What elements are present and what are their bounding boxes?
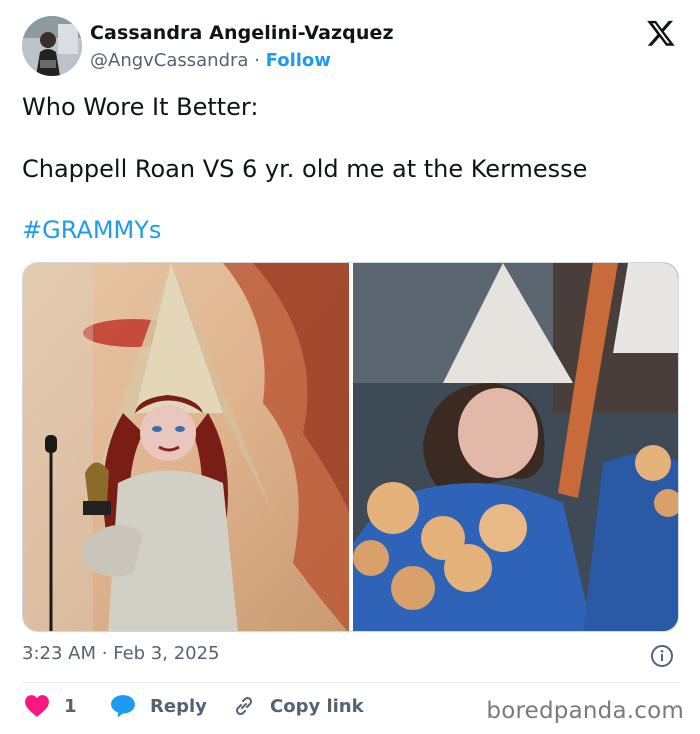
author-avatar[interactable] bbox=[22, 16, 82, 76]
tweet-timestamp[interactable]: 3:23 AM · Feb 3, 2025 bbox=[22, 643, 220, 664]
reply-bubble-icon bbox=[111, 695, 135, 718]
tweet-time[interactable]: 3:23 AM bbox=[22, 643, 96, 664]
reply-label: Reply bbox=[150, 695, 207, 717]
follow-button[interactable]: Follow bbox=[266, 50, 331, 71]
handle-separator: · bbox=[254, 50, 260, 71]
tweet-line-2: Chappell Roan VS 6 yr. old me at the Ker… bbox=[22, 155, 588, 183]
like-count: 1 bbox=[64, 695, 77, 717]
info-icon[interactable] bbox=[650, 644, 674, 668]
tweet-line-1: Who Wore It Better: bbox=[22, 93, 259, 121]
link-icon bbox=[235, 696, 253, 716]
reply-button[interactable]: Reply bbox=[110, 694, 207, 718]
copy-link-button[interactable]: Copy link bbox=[232, 694, 364, 718]
author-name[interactable]: Cassandra Angelini-Vazquez bbox=[90, 22, 394, 44]
author-handle[interactable]: @AngvCassandra bbox=[90, 50, 248, 71]
tweet-header: Cassandra Angelini-Vazquez @AngvCassandr… bbox=[22, 16, 682, 78]
tweet-date[interactable]: Feb 3, 2025 bbox=[113, 643, 219, 664]
watermark-text: boredpanda.com bbox=[486, 698, 684, 724]
hashtag-link[interactable]: #GRAMMYs bbox=[22, 215, 161, 246]
tweet-media[interactable] bbox=[22, 262, 679, 632]
photo-right-image[interactable] bbox=[353, 263, 679, 632]
avatar-image bbox=[22, 16, 82, 76]
timestamp-separator: · bbox=[101, 643, 108, 664]
copy-link-label: Copy link bbox=[270, 695, 364, 717]
author-handle-row: @AngvCassandra · Follow bbox=[90, 50, 331, 71]
like-button[interactable]: 1 bbox=[24, 694, 77, 718]
photo-left-image[interactable] bbox=[23, 263, 349, 632]
x-logo-icon[interactable] bbox=[646, 18, 676, 48]
heart-icon bbox=[25, 695, 49, 717]
actions-divider bbox=[22, 682, 680, 683]
